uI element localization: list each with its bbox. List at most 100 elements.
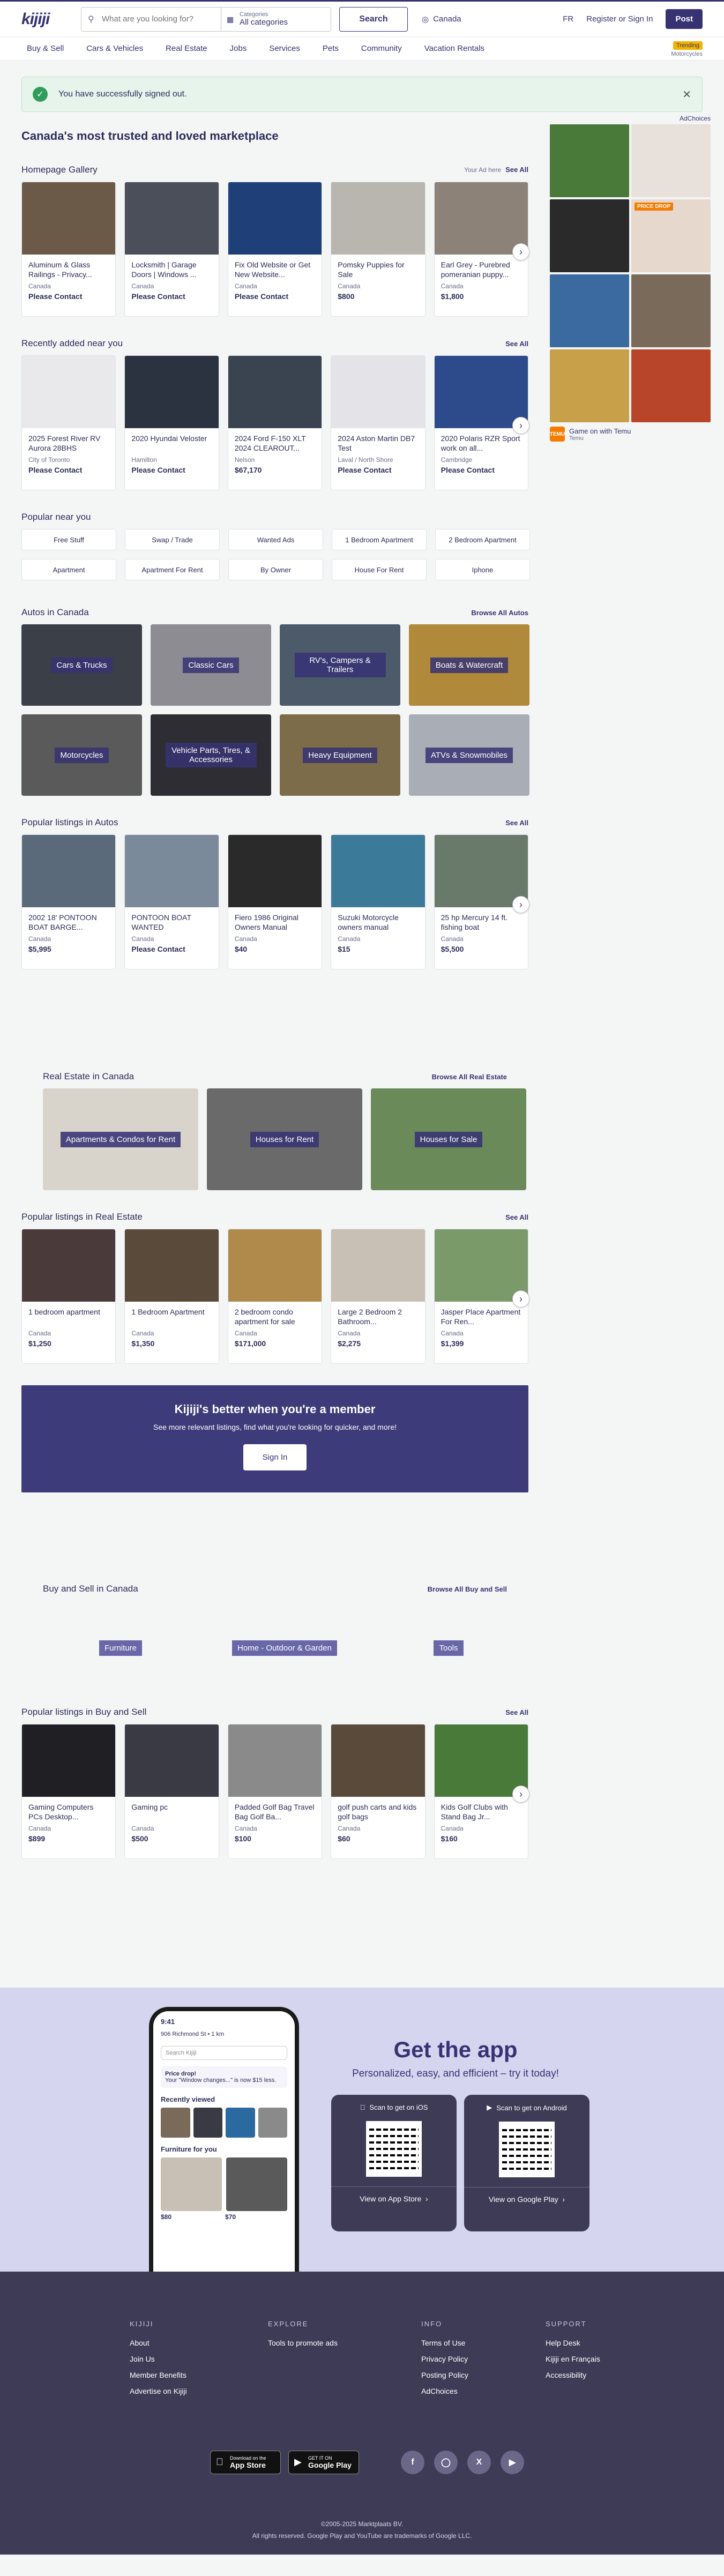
x-icon[interactable]: X bbox=[467, 2451, 491, 2474]
close-icon[interactable]: ✕ bbox=[682, 88, 691, 101]
autos-tile[interactable]: RV's, Campers & Trailers bbox=[280, 624, 400, 706]
browse-all-buy-sell[interactable]: Browse All Buy and Sell bbox=[428, 1585, 507, 1593]
listing-card[interactable]: 1 Bedroom Apartment Canada $1,350 bbox=[124, 1229, 219, 1364]
see-all-link[interactable]: See All bbox=[505, 819, 528, 827]
browse-all-real-estate[interactable]: Browse All Real Estate bbox=[432, 1073, 507, 1081]
listing-card[interactable]: Aluminum & Glass Railings - Privacy... Ca… bbox=[21, 182, 116, 317]
popular-pill[interactable]: Free Stuff bbox=[21, 529, 116, 550]
google-play-badge[interactable]: ▶ GET IT ON Google Play bbox=[288, 2451, 359, 2474]
listing-card[interactable]: 2002 18' PONTOON BOAT BARGE... Canada $5,9… bbox=[21, 834, 116, 969]
adchoices-label[interactable]: AdChoices bbox=[550, 115, 711, 122]
buy-sell-tile[interactable]: Home - Outdoor & Garden bbox=[207, 1632, 362, 1664]
chevron-right-icon[interactable]: › bbox=[512, 896, 529, 913]
listing-card[interactable]: 2025 Forest River RV Aurora 28BHS City of… bbox=[21, 355, 116, 490]
buy-sell-tile[interactable]: Furniture bbox=[43, 1632, 198, 1664]
ad-image-grid[interactable]: PRICE DROP bbox=[550, 124, 711, 422]
location-selector[interactable]: ◎ Canada bbox=[422, 14, 461, 24]
popular-pill[interactable]: Swap / Trade bbox=[125, 529, 220, 550]
facebook-icon[interactable]: f bbox=[401, 2451, 424, 2474]
listing-card[interactable]: Gaming pc Canada $500 bbox=[124, 1724, 219, 1859]
listing-card[interactable]: Locksmith | Garage Doors | Windows ... Ca… bbox=[124, 182, 219, 317]
footer-link[interactable]: Accessibility bbox=[546, 2371, 600, 2379]
footer-link[interactable]: Terms of Use bbox=[421, 2339, 468, 2347]
autos-tile[interactable]: Heavy Equipment bbox=[280, 714, 400, 796]
popular-pill[interactable]: House For Rent bbox=[332, 559, 427, 580]
listing-card[interactable]: 1 bedroom apartment Canada $1,250 bbox=[21, 1229, 116, 1364]
instagram-icon[interactable]: ◯ bbox=[434, 2451, 458, 2474]
post-ad-button[interactable]: Post bbox=[666, 9, 703, 29]
footer-link[interactable]: Posting Policy bbox=[421, 2371, 468, 2379]
listing-card[interactable]: golf push carts and kids golf bags Canada… bbox=[331, 1724, 426, 1859]
listing-card[interactable]: Fix Old Website or Get New Website... Can… bbox=[227, 182, 323, 317]
listing-card[interactable]: Padded Golf Bag Travel Bag Golf Ba... Can… bbox=[227, 1724, 323, 1859]
autos-tile[interactable]: ATVs & Snowmobiles bbox=[409, 714, 529, 796]
listing-card[interactable]: 2024 Aston Martin DB7 Test Laval / North … bbox=[331, 355, 426, 490]
listing-card[interactable]: Suzuki Motorcycle owners manual Canada $15 bbox=[331, 834, 426, 969]
popular-pill[interactable]: 2 Bedroom Apartment bbox=[435, 529, 530, 550]
real-estate-tile[interactable]: Apartments & Condos for Rent bbox=[43, 1088, 198, 1190]
nav-item-pets[interactable]: Pets bbox=[323, 44, 339, 53]
language-toggle[interactable]: FR bbox=[563, 14, 573, 24]
see-all-link[interactable]: See All bbox=[505, 1708, 528, 1716]
see-all-link[interactable]: See All bbox=[505, 1213, 528, 1221]
real-estate-tile[interactable]: Houses for Sale bbox=[371, 1088, 526, 1190]
autos-tile[interactable]: Motorcycles bbox=[21, 714, 142, 796]
nav-item-jobs[interactable]: Jobs bbox=[230, 44, 247, 53]
nav-item-community[interactable]: Community bbox=[361, 44, 402, 53]
footer-link[interactable]: AdChoices bbox=[421, 2387, 468, 2395]
footer-link[interactable]: Privacy Policy bbox=[421, 2355, 468, 2363]
footer-link[interactable]: Join Us bbox=[130, 2355, 187, 2363]
popular-pill[interactable]: Apartment For Rent bbox=[125, 559, 220, 580]
sign-in-button[interactable]: Sign In bbox=[243, 1444, 307, 1470]
footer-link[interactable]: Member Benefits bbox=[130, 2371, 187, 2379]
trending-link[interactable]: Trending Motorcycles bbox=[671, 40, 703, 57]
nav-item-services[interactable]: Services bbox=[269, 44, 300, 53]
register-signin-link[interactable]: Register or Sign In bbox=[586, 14, 653, 24]
browse-all-autos[interactable]: Browse All Autos bbox=[471, 609, 528, 617]
listing-card[interactable]: Pomsky Puppies for Sale Canada $800 bbox=[331, 182, 426, 317]
real-estate-tile[interactable]: Houses for Rent bbox=[207, 1088, 362, 1190]
footer-link[interactable]: Help Desk bbox=[546, 2339, 600, 2347]
nav-item-buy-sell[interactable]: Buy & Sell bbox=[27, 44, 64, 53]
buy-sell-tile[interactable]: Tools bbox=[371, 1632, 526, 1664]
listing-card[interactable]: Large 2 Bedroom 2 Bathroom... Canada $2,27… bbox=[331, 1229, 426, 1364]
chevron-right-icon[interactable]: › bbox=[512, 243, 529, 260]
popular-pill[interactable]: Iphone bbox=[435, 559, 530, 580]
listing-card[interactable]: PONTOON BOAT WANTED Canada Please Contact bbox=[124, 834, 219, 969]
listing-card[interactable]: Gaming Computers PCs Desktop... Canada $89… bbox=[21, 1724, 116, 1859]
listing-card[interactable]: 2024 Ford F-150 XLT 2024 CLEAROUT... Nels… bbox=[227, 355, 323, 490]
ad-footer[interactable]: TEMU Game on with Temu Temu bbox=[550, 427, 711, 442]
view-google-play-link[interactable]: View on Google Play › bbox=[464, 2187, 589, 2204]
search-button[interactable]: Search bbox=[339, 6, 408, 32]
popular-pill[interactable]: Wanted Ads bbox=[228, 529, 323, 550]
category-select[interactable]: ▦ Categories All categories bbox=[221, 7, 331, 31]
see-all-link[interactable]: See All bbox=[505, 340, 528, 348]
autos-tile[interactable]: Vehicle Parts, Tires, & Accessories bbox=[151, 714, 271, 796]
app-store-badge[interactable]:  Download on the App Store bbox=[210, 2451, 281, 2474]
popular-pill[interactable]: By Owner bbox=[228, 559, 323, 580]
youtube-icon[interactable]: ▶ bbox=[501, 2451, 524, 2474]
listing-card[interactable]: 2020 Hyundai Veloster Hamilton Please Cont… bbox=[124, 355, 219, 490]
nav-item-vacation-rentals[interactable]: Vacation Rentals bbox=[424, 44, 484, 53]
nav-item-real-estate[interactable]: Real Estate bbox=[166, 44, 207, 53]
autos-tile[interactable]: Cars & Trucks bbox=[21, 624, 142, 706]
footer-link[interactable]: Kijiji en Français bbox=[546, 2355, 600, 2363]
footer-link[interactable]: About bbox=[130, 2339, 187, 2347]
kijiji-logo[interactable]: kijiji bbox=[21, 10, 72, 28]
nav-item-cars-vehicles[interactable]: Cars & Vehicles bbox=[86, 44, 143, 53]
popular-pill[interactable]: Apartment bbox=[21, 559, 116, 580]
search-input[interactable] bbox=[81, 7, 221, 31]
footer-link[interactable]: Tools to promote ads bbox=[268, 2339, 338, 2347]
popular-pill[interactable]: 1 Bedroom Apartment bbox=[332, 529, 427, 550]
chevron-right-icon[interactable]: › bbox=[512, 1786, 529, 1803]
autos-tile[interactable]: Boats & Watercraft bbox=[409, 624, 529, 706]
listing-card[interactable]: Fiero 1986 Original Owners Manual Canada $… bbox=[227, 834, 323, 969]
autos-tile[interactable]: Classic Cars bbox=[151, 624, 271, 706]
listing-card[interactable]: 2 bedroom condo apartment for sale Canada… bbox=[227, 1229, 323, 1364]
view-app-store-link[interactable]: View on App Store › bbox=[331, 2186, 457, 2203]
your-ad-link[interactable]: Your Ad here bbox=[464, 166, 501, 174]
chevron-right-icon[interactable]: › bbox=[512, 1290, 529, 1308]
see-all-link[interactable]: See All bbox=[505, 166, 528, 174]
footer-link[interactable]: Advertise on Kijiji bbox=[130, 2387, 187, 2395]
chevron-right-icon[interactable]: › bbox=[512, 417, 529, 434]
